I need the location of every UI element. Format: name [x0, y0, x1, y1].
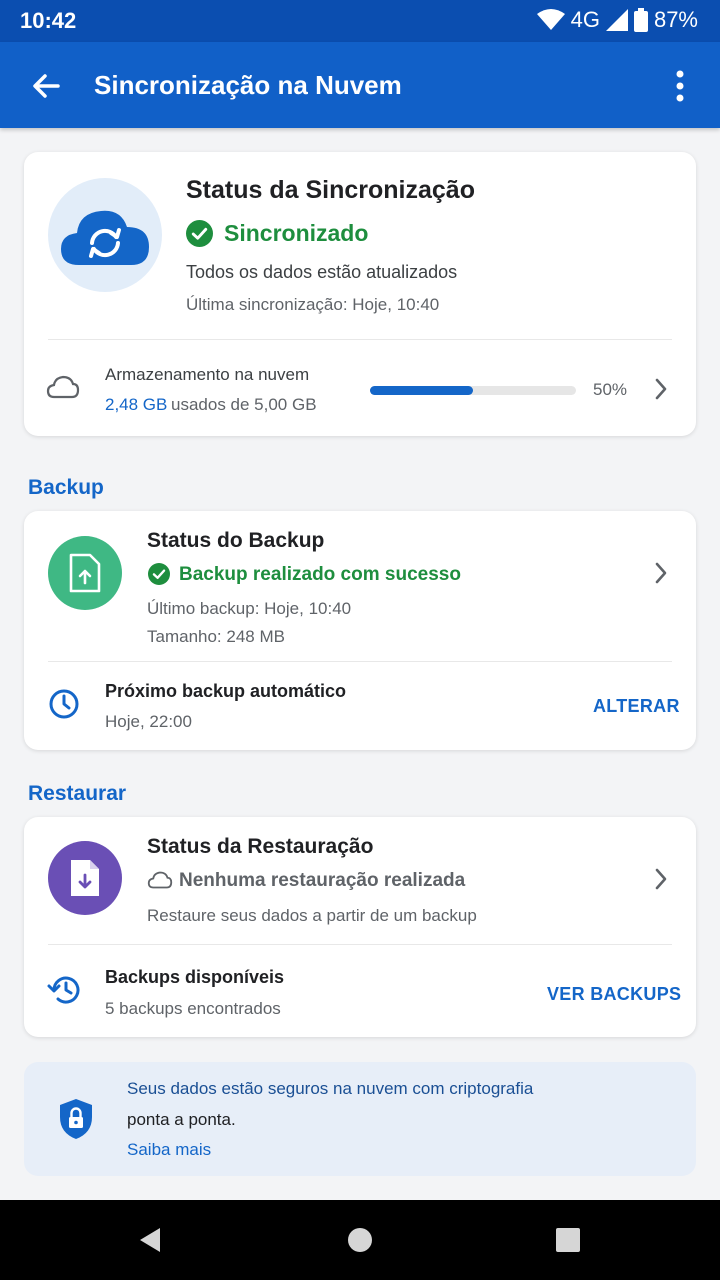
restore-status-row[interactable]: Status da Restauração Nenhuma restauraçã…: [24, 817, 696, 943]
security-info-line2: ponta a ponta.: [127, 1110, 236, 1129]
history-icon: [47, 976, 80, 1004]
backup-title: Status do Backup: [147, 529, 325, 552]
backup-card: Status do Backup Backup realizado com su…: [24, 511, 696, 750]
view-backups-button[interactable]: VER BACKUPS: [547, 984, 681, 1005]
storage-progress-fill: [370, 386, 473, 395]
network-type: 4G: [570, 7, 600, 32]
learn-more-link[interactable]: Saiba mais: [127, 1140, 211, 1160]
storage-percent: 50%: [593, 380, 628, 399]
available-backups-title: Backups disponíveis: [105, 967, 285, 987]
restore-avatar: [48, 841, 122, 915]
wifi-icon: [536, 9, 565, 30]
storage-label: Armazenamento na nuvem: [105, 365, 310, 384]
app-bar: Sincronização na Nuvem: [0, 42, 720, 128]
restore-status-text: Nenhuma restauração realizada: [179, 870, 466, 891]
battery-icon: [633, 8, 648, 32]
restore-divider: [48, 944, 672, 945]
storage-total: usados de 5,00 GB: [171, 395, 317, 414]
backup-avatar: [48, 536, 122, 610]
restore-title: Status da Restauração: [147, 835, 374, 858]
next-backup-time: Hoje, 22:00: [105, 712, 192, 731]
check-circle-icon: [148, 563, 170, 585]
cloud-outline-icon: [147, 871, 173, 889]
file-upload-icon: [69, 553, 101, 593]
storage-row[interactable]: Armazenamento na nuvem 2,48 GB usados de…: [24, 340, 696, 436]
security-info-line1: Seus dados estão seguros na nuvem com cr…: [127, 1079, 534, 1098]
sync-status-card: Status da Sincronização Sincronizado Tod…: [24, 152, 696, 436]
file-download-icon: [71, 860, 99, 896]
backup-status-row[interactable]: Status do Backup Backup realizado com su…: [24, 511, 696, 661]
chevron-right-icon: [655, 868, 667, 890]
status-time: 10:42: [20, 8, 77, 33]
change-schedule-button[interactable]: ALTERAR: [593, 696, 680, 717]
nav-recents-icon[interactable]: [555, 1227, 581, 1253]
lock-shield-icon: [60, 1099, 92, 1139]
last-backup-time: Último backup: Hoje, 10:40: [147, 599, 352, 618]
status-bar: 10:42 4G 87%: [0, 0, 720, 42]
chevron-right-icon: [655, 378, 667, 400]
next-backup-title: Próximo backup automático: [105, 681, 347, 701]
arrow-left-icon[interactable]: [28, 68, 64, 104]
status-icons: 4G 87%: [536, 7, 698, 33]
restore-card: Status da Restauração Nenhuma restauraçã…: [24, 817, 696, 1037]
signal-icon: [605, 9, 628, 31]
backup-size: Tamanho: 248 MB: [147, 627, 285, 646]
chevron-right-icon: [655, 562, 667, 584]
system-nav-bar: [0, 1200, 720, 1280]
cloud-sync-avatar: [48, 178, 162, 292]
sync-description: Todos os dados estão atualizados: [186, 262, 458, 282]
storage-used: 2,48 GB: [105, 395, 168, 414]
cloud-outline-icon: [46, 375, 80, 399]
available-backups-count: 5 backups encontrados: [105, 999, 281, 1018]
restore-section-label: Restaurar: [28, 782, 127, 805]
page-title: Sincronização na Nuvem: [94, 70, 402, 100]
battery-level: 87%: [653, 7, 698, 32]
backup-section-label: Backup: [28, 476, 104, 499]
clock-icon: [49, 689, 79, 719]
last-sync-time: Última sincronização: Hoje, 10:40: [186, 295, 440, 314]
security-info-banner: Seus dados estão seguros na nuvem com cr…: [24, 1062, 696, 1176]
check-circle-icon: [186, 220, 213, 247]
backup-status-text: Backup realizado com sucesso: [179, 564, 461, 585]
restore-description: Restaure seus dados a partir de um backu…: [147, 906, 477, 925]
nav-back-icon[interactable]: [136, 1225, 164, 1255]
nav-home-icon[interactable]: [346, 1226, 374, 1254]
storage-progress-bar: [370, 386, 576, 395]
sync-title: Status da Sincronização: [186, 176, 475, 204]
sync-status-text: Sincronizado: [224, 220, 369, 246]
more-vert-icon[interactable]: [662, 66, 698, 106]
cloud-sync-icon: [61, 210, 149, 265]
backup-divider: [48, 661, 672, 662]
